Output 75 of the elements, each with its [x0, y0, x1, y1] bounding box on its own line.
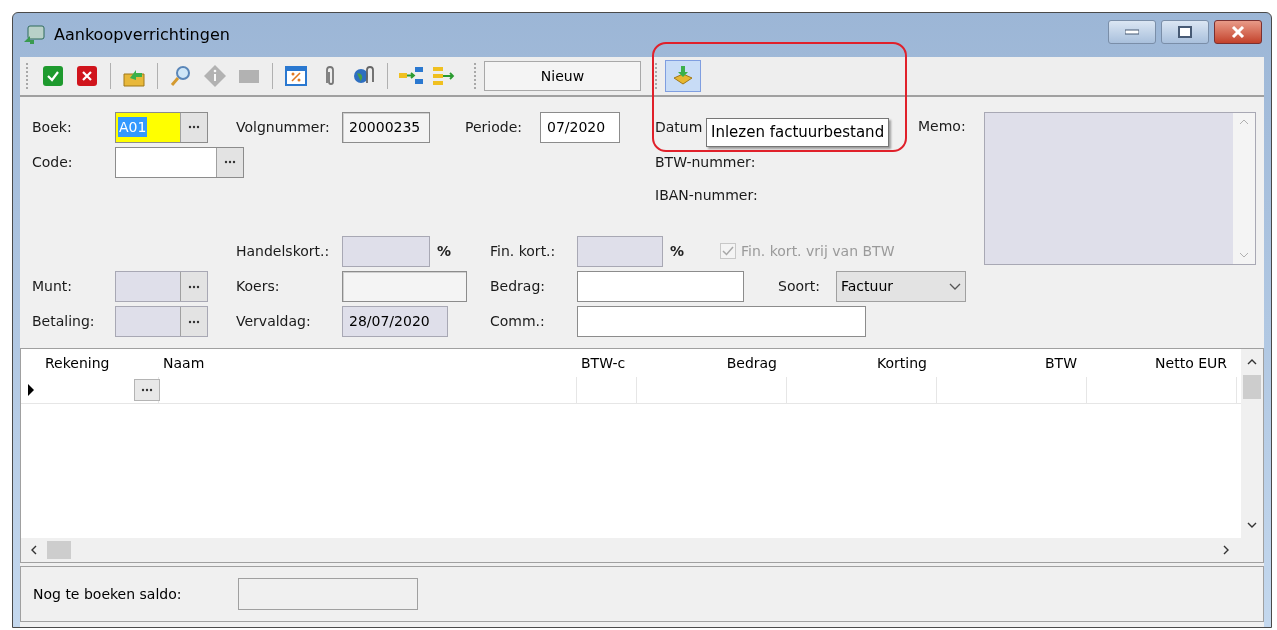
percent-icon [284, 64, 308, 88]
text-field[interactable] [342, 271, 467, 302]
field-label: Betaling: [32, 313, 95, 329]
chevron-up-icon [1247, 359, 1257, 365]
info-icon [203, 64, 227, 88]
field-label: Munt: [32, 278, 73, 294]
ellipsis-icon [188, 319, 200, 324]
column-header[interactable]: Rekening [41, 352, 159, 374]
field-label: Fin. kort.: [490, 242, 556, 259]
ellipsis-icon [141, 388, 153, 392]
close-button[interactable] [1214, 20, 1262, 44]
column-header[interactable]: Korting [787, 352, 937, 374]
chevron-down-icon [949, 282, 961, 291]
toolbar-grip[interactable] [474, 63, 478, 89]
column-header[interactable]: Netto EUR [1087, 352, 1237, 374]
chevron-down-icon [1247, 522, 1257, 528]
status-label: Nieuw [484, 61, 641, 91]
toolbar-grip[interactable] [26, 63, 30, 89]
field-label: Datum [655, 117, 703, 137]
percent-sign: % [670, 241, 685, 261]
tooltip: Inlezen factuurbestand [706, 117, 890, 147]
lookup-button[interactable] [134, 379, 160, 401]
import-button[interactable] [665, 60, 701, 92]
chevron-left-icon [31, 545, 37, 555]
close-icon [1231, 26, 1245, 38]
ellipsis-icon [224, 160, 236, 164]
maximize-button[interactable] [1161, 20, 1209, 44]
scrollbar-thumb[interactable] [1243, 375, 1261, 399]
lookup-button[interactable] [180, 112, 207, 142]
chevron-down-icon [1238, 252, 1249, 258]
field-label: BTW-nummer: [655, 152, 756, 172]
text-field[interactable] [577, 271, 744, 302]
field-label: Memo: [918, 117, 966, 136]
checkmark-icon [722, 246, 734, 256]
column-header[interactable]: Bedrag [637, 352, 787, 374]
chevron-right-icon [1223, 545, 1229, 555]
field-label: Koers: [236, 278, 280, 294]
search-icon [169, 64, 193, 88]
field-label: Vervaldag: [236, 313, 311, 329]
field-label: Soort: [778, 278, 820, 294]
app-icon [22, 24, 46, 46]
field-label: Code: [32, 153, 73, 170]
minimize-icon [1125, 29, 1139, 35]
field-label: Comm.: [490, 313, 545, 329]
field-label: Handelskort.: [236, 242, 330, 259]
field-label: Bedrag: [490, 278, 546, 294]
maximize-icon [1178, 26, 1192, 38]
percent-sign: % [437, 241, 452, 261]
field-label: Boek: [32, 118, 72, 135]
field-label: IBAN-nummer: [655, 185, 758, 205]
field-label: Volgnummer: [236, 118, 330, 135]
ellipsis-icon [188, 284, 200, 289]
balance-field[interactable] [238, 578, 418, 610]
close-icon [76, 65, 98, 87]
checkbox-label: Fin. kort. vrij van BTW [741, 241, 895, 261]
lookup-button[interactable] [216, 147, 243, 177]
ellipsis-icon [188, 125, 200, 129]
dropdown[interactable]: Factuur [836, 271, 966, 302]
checkmark-icon [42, 65, 64, 87]
scrollbar-thumb[interactable] [47, 541, 71, 559]
footer-label: Nog te boeken saldo: [33, 584, 183, 604]
chevron-up-icon [1238, 119, 1249, 125]
text-field[interactable] [577, 306, 866, 337]
horizontal-scrollbar[interactable] [21, 538, 1263, 562]
field-label: Periode: [465, 118, 522, 135]
column-header[interactable]: BTW [937, 352, 1087, 374]
column-header[interactable]: Naam [159, 352, 577, 374]
lookup-field[interactable] [115, 146, 244, 178]
text-field[interactable]: 07/2020 [540, 111, 620, 143]
minimize-button[interactable] [1108, 20, 1156, 44]
text-field[interactable]: 20000235 [342, 111, 430, 143]
toolbar-grip[interactable] [655, 63, 659, 89]
window-title: Aankoopverrichtingen [54, 24, 230, 46]
vertical-scrollbar[interactable] [1241, 349, 1263, 538]
column-header[interactable]: BTW-c [577, 352, 637, 374]
